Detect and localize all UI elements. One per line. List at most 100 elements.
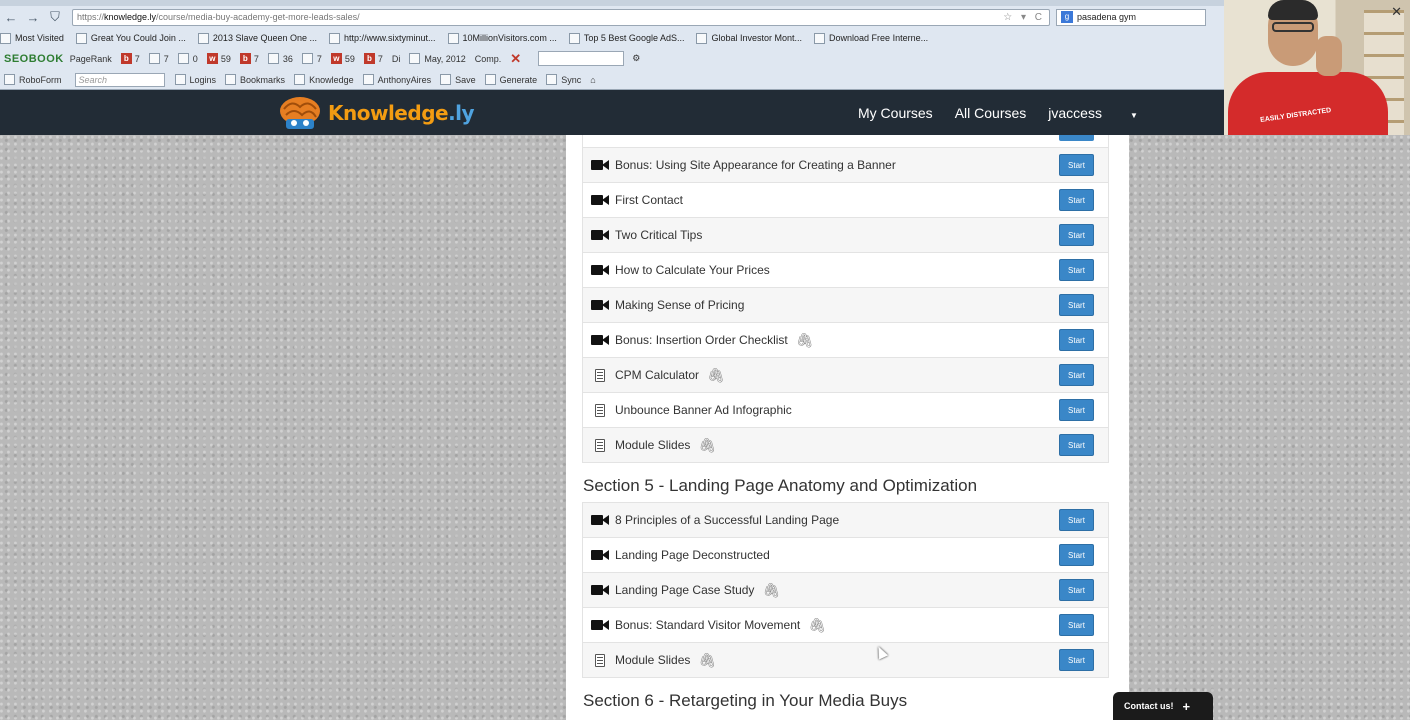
toolbar2-item[interactable]: Sync — [546, 74, 581, 85]
start-button[interactable]: Start — [1059, 544, 1094, 566]
video-camera-icon — [591, 228, 609, 242]
toolbar-date[interactable]: May, 2012 — [409, 53, 466, 64]
roboform-toolbar: RoboForm Search Logins Bookmarks Knowled… — [0, 70, 1224, 89]
lesson-row[interactable]: Module Slides 🖇 Start — [582, 643, 1109, 678]
bookmark-favicon-icon — [0, 32, 11, 44]
toolbar-icon — [301, 53, 313, 64]
toolbar-count[interactable]: b7 — [120, 53, 140, 64]
toolbar-count[interactable]: b7 — [239, 53, 259, 64]
bookmark-favicon-icon — [814, 32, 826, 44]
contact-us-tab[interactable]: Contact us! + — [1113, 692, 1213, 720]
browser-search-box[interactable]: g pasadena gym — [1056, 8, 1206, 26]
toolbar-input[interactable] — [538, 51, 625, 66]
toolbar-count[interactable]: w 59 — [206, 53, 231, 64]
toolbar-gear-icon[interactable]: ⚙ — [632, 53, 640, 64]
start-button[interactable]: Start — [1059, 329, 1094, 351]
nav-user-menu[interactable]: jvaccess ▼ — [1048, 105, 1160, 121]
back-arrow-icon[interactable]: ← — [0, 10, 22, 25]
start-button[interactable]: Start — [1059, 224, 1094, 246]
close-icon[interactable]: ✕ — [1391, 4, 1402, 20]
lesson-row[interactable]: 8 Principles of a Successful Landing Pag… — [582, 503, 1109, 538]
paperclip-icon: 🖇 — [808, 616, 826, 633]
toolbar-x-icon[interactable]: ✕ — [510, 51, 521, 67]
bookmark-item[interactable]: Download Free Interne... — [814, 32, 928, 44]
toolbar2-item[interactable]: Save — [440, 74, 476, 85]
toolbar-count[interactable]: 7 — [301, 53, 322, 64]
toolbar-count[interactable]: 7 — [148, 53, 169, 64]
start-button[interactable]: Start — [1059, 364, 1094, 386]
document-icon — [595, 368, 605, 382]
lesson-row[interactable]: Making Sense of Pricing Start — [582, 288, 1109, 323]
roboform-menu[interactable]: RoboForm — [4, 74, 62, 85]
start-button[interactable]: Start — [1059, 259, 1094, 281]
nav-my-courses[interactable]: My Courses — [858, 105, 933, 121]
video-camera-icon — [591, 548, 609, 562]
webcam-hair — [1268, 0, 1318, 20]
bookmark-favicon-icon — [197, 32, 209, 44]
bookmark-item[interactable]: Most Visited — [0, 32, 64, 44]
start-button[interactable]: Start — [1059, 434, 1094, 456]
toolbar-count[interactable]: 36 — [267, 53, 293, 64]
bookmark-item[interactable]: Great You Could Join ... — [75, 32, 186, 44]
chevron-down-icon: ▼ — [1129, 110, 1138, 120]
lesson-row[interactable]: Unbounce Banner Ad Infographic Start — [582, 393, 1109, 428]
toolbar2-item[interactable]: AnthonyAires — [362, 74, 431, 85]
document-icon — [595, 438, 605, 452]
lesson-title: Making Sense of Pricing — [615, 298, 745, 312]
document-icon — [591, 438, 609, 452]
bookmark-item[interactable]: Global Investor Mont... — [696, 32, 802, 44]
lesson-row[interactable]: Module Slides 🖇 Start — [582, 428, 1109, 463]
lesson-row[interactable]: First Contact Start — [582, 183, 1109, 218]
toolbar-b-icon: b — [120, 53, 132, 64]
bookmark-item[interactable]: 10MillionVisitors.com ... — [447, 32, 557, 44]
home-icon[interactable]: ⌂ — [590, 75, 595, 85]
start-button[interactable]: Start — [1059, 399, 1094, 421]
roboform-search-input[interactable]: Search — [74, 72, 165, 87]
document-icon — [591, 653, 609, 667]
video-camera-icon — [591, 514, 609, 526]
toolbar-b-icon: b — [363, 53, 375, 64]
lesson-title: Module Slides — [615, 438, 691, 452]
toolbar-count[interactable]: 0 — [177, 53, 198, 64]
lesson-row[interactable]: How to Calculate Your Prices Start — [582, 253, 1109, 288]
lesson-row[interactable]: Bonus: Standard Visitor Movement 🖇 Start — [582, 608, 1109, 643]
toolbar2-item[interactable]: Logins — [174, 74, 216, 85]
toolbar-comp[interactable]: Comp. — [475, 54, 502, 64]
toolbar2-item[interactable]: Generate — [484, 74, 537, 85]
lesson-row[interactable]: CPM Calculator 🖇 Start — [582, 358, 1109, 393]
start-button[interactable]: Start — [1059, 614, 1094, 636]
url-bar[interactable]: https:// knowledge.ly /course/media-buy-… — [72, 8, 1050, 26]
toolbar-count[interactable]: w 59 — [330, 53, 355, 64]
lesson-title: First Contact — [615, 193, 684, 207]
toolbar2-item[interactable]: Knowledge — [294, 74, 354, 85]
lesson-row[interactable]: Bonus: Insertion Order Checklist 🖇 Start — [582, 323, 1109, 358]
lesson-row[interactable]: Two Critical Tips Start — [582, 218, 1109, 253]
document-icon — [595, 403, 605, 417]
lesson-row[interactable]: Landing Page Deconstructed Start — [582, 538, 1109, 573]
pagerank-widget[interactable]: PageRank — [70, 54, 112, 64]
lesson-title: Module Slides — [615, 653, 691, 667]
shield-icon[interactable]: ⛉ — [44, 9, 66, 25]
bookmark-item[interactable]: http://www.sixtyminut... — [329, 32, 436, 44]
start-button[interactable]: Start — [1059, 154, 1094, 176]
start-button[interactable]: Start — [1059, 189, 1094, 211]
start-button[interactable]: Start — [1059, 649, 1094, 671]
start-button[interactable]: Start — [1059, 579, 1094, 601]
bookmark-item[interactable]: Top 5 Best Google AdS... — [568, 32, 684, 44]
seobook-logo[interactable]: SEOBOOK — [4, 53, 64, 65]
start-button[interactable]: Start — [1059, 294, 1094, 316]
toolbar-count[interactable]: b7 — [363, 53, 383, 64]
url-controls[interactable]: ☆ ▾ C — [1003, 12, 1045, 23]
lesson-row[interactable]: Bonus: Using Site Appearance for Creatin… — [582, 148, 1109, 183]
nav-all-courses[interactable]: All Courses — [955, 105, 1027, 121]
site-logo[interactable]: Knowledge.ly — [278, 95, 475, 131]
toolbar-di[interactable]: Di — [392, 54, 401, 64]
lesson-row[interactable]: Landing Page Case Study 🖇 Start — [582, 573, 1109, 608]
bookmark-item[interactable]: 2013 Slave Queen One ... — [197, 32, 317, 44]
paperclip-icon: 🖇 — [698, 651, 717, 668]
google-icon: g — [1061, 11, 1073, 23]
toolbar2-item[interactable]: Bookmarks — [225, 74, 285, 85]
start-button-partial[interactable] — [1059, 135, 1094, 141]
forward-arrow-icon[interactable]: → — [22, 10, 44, 25]
start-button[interactable]: Start — [1059, 509, 1094, 531]
